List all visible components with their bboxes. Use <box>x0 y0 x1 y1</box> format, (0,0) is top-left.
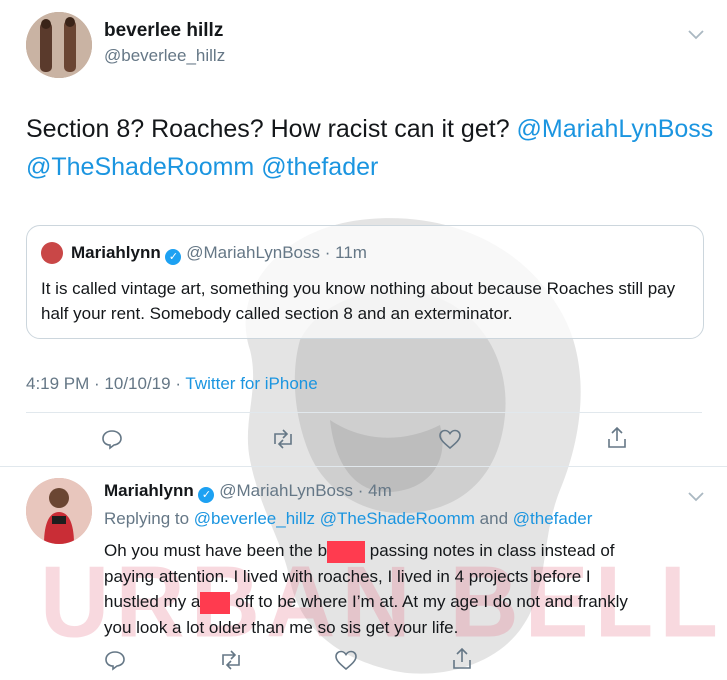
redaction-box <box>327 540 366 563</box>
mention-theshaderoomm[interactable]: @TheShadeRoomm <box>320 509 475 528</box>
author-avatar[interactable] <box>26 12 92 78</box>
mention-thefader[interactable]: @thefader <box>513 509 593 528</box>
retweet-icon[interactable] <box>218 649 244 676</box>
chevron-down-icon[interactable] <box>688 24 704 45</box>
like-icon[interactable] <box>334 649 358 676</box>
chevron-down-icon[interactable] <box>688 486 704 507</box>
verified-icon: ✓ <box>198 487 215 503</box>
reply-line-2: paying attention. I lived with roaches, … <box>104 566 591 586</box>
quoted-tweet-header: Mariahlynn ✓ @MariahLynBoss · 11m <box>71 243 367 265</box>
author-handle[interactable]: @beverlee_hillz <box>104 46 225 66</box>
quoted-tweet-time: · 11m <box>324 243 367 262</box>
tweet-source[interactable]: Twitter for iPhone <box>185 374 317 393</box>
like-icon[interactable] <box>438 428 462 455</box>
share-icon[interactable] <box>606 426 628 455</box>
quoted-author-avatar[interactable] <box>41 242 63 264</box>
reply-line-1-start: Oh you must have been the b <box>104 541 328 560</box>
replying-to: Replying to @beverlee_hillz @TheShadeRoo… <box>104 509 592 529</box>
reply-author-handle[interactable]: @MariahLynBoss <box>219 481 353 500</box>
divider <box>26 412 702 413</box>
reply-line-3-end: off to be where I’m at. At my age I do n… <box>230 592 628 611</box>
redaction-box <box>200 591 231 614</box>
reply-line-3-start: hustled my a <box>104 592 201 611</box>
retweet-icon[interactable] <box>270 428 296 455</box>
quoted-author-name[interactable]: Mariahlynn <box>71 243 161 262</box>
tweet-text-plain: Section 8? Roaches? How racist can it ge… <box>26 115 517 143</box>
mention-theshaderoomm[interactable]: @TheShadeRoomm <box>26 153 254 181</box>
share-icon[interactable] <box>451 647 473 676</box>
reply-header: Mariahlynn ✓ @MariahLynBoss · 4m <box>104 481 392 503</box>
reply-author-avatar-image <box>26 478 92 544</box>
reply-time: · 4m <box>357 481 392 500</box>
reply-line-4: you look a lot older than me so sis get … <box>104 617 459 637</box>
author-avatar-image <box>26 12 92 78</box>
quoted-tweet-text: It is called vintage art, something you … <box>41 279 676 323</box>
reply-author-avatar[interactable] <box>26 478 92 544</box>
replying-to-prefix: Replying to <box>104 509 194 528</box>
reply-line-1-end: passing notes in class instead of <box>365 541 615 560</box>
tweet-timestamp: 4:19 PM · 10/10/19 · <box>26 374 186 393</box>
quoted-author-handle[interactable]: @MariahLynBoss <box>186 243 320 262</box>
author-name[interactable]: beverlee hillz <box>104 20 223 42</box>
tweet-text: Section 8? Roaches? How racist can it ge… <box>26 110 716 186</box>
reply-author-name[interactable]: Mariahlynn <box>104 481 194 500</box>
reply-icon[interactable] <box>101 428 123 455</box>
mention-beverlee-hillz[interactable]: @beverlee_hillz <box>194 509 315 528</box>
reply-line-1: Oh you must have been the b passing note… <box>104 538 714 564</box>
divider <box>0 466 727 467</box>
quoted-tweet[interactable]: Mariahlynn ✓ @MariahLynBoss · 11m It is … <box>26 225 704 339</box>
verified-icon: ✓ <box>165 249 182 265</box>
tweet-meta: 4:19 PM · 10/10/19 · Twitter for iPhone <box>26 374 318 394</box>
mention-mariahlynboss[interactable]: @MariahLynBoss <box>517 115 714 143</box>
mention-thefader[interactable]: @thefader <box>261 153 378 181</box>
reply-text: Oh you must have been the b passing note… <box>104 538 714 640</box>
replying-to-and: and <box>474 509 513 528</box>
reply-line-3: hustled my a off to be where I’m at. At … <box>104 589 714 615</box>
reply-icon[interactable] <box>104 649 126 676</box>
